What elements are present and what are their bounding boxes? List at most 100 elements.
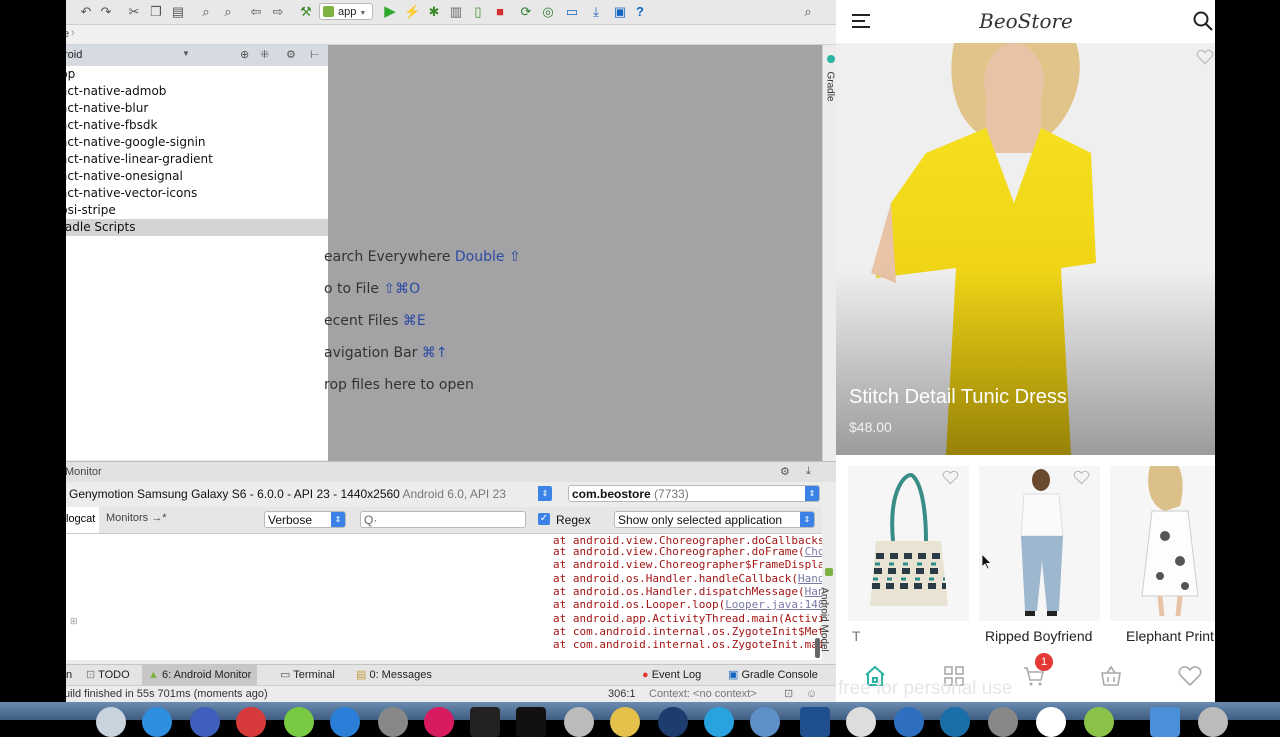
android-model-side-tab[interactable]: Android Model bbox=[819, 534, 836, 660]
tab-logcat[interactable]: logcat bbox=[66, 507, 99, 533]
menu-icon[interactable] bbox=[852, 14, 870, 28]
hide-panel-icon[interactable]: ⊢ bbox=[310, 48, 320, 61]
app-icon[interactable] bbox=[1084, 707, 1114, 737]
log-line: at android.view.Choreographer$FrameDispl… bbox=[553, 558, 836, 571]
regex-checkbox[interactable]: ✓ bbox=[538, 513, 550, 525]
tree-item[interactable]: act-native-google-signin bbox=[60, 134, 206, 151]
app-icon[interactable] bbox=[330, 707, 360, 737]
terminal-icon[interactable] bbox=[516, 707, 546, 737]
lock-icon[interactable]: ⊡ bbox=[784, 686, 793, 702]
log-level-select[interactable]: Verbose ⇕ bbox=[264, 511, 346, 528]
log-search-input[interactable]: Q· bbox=[360, 511, 526, 528]
tree-item[interactable]: act-native-admob bbox=[60, 83, 166, 100]
filter-select[interactable]: Show only selected application ⇕ bbox=[614, 511, 815, 528]
tree-item[interactable]: act-native-onesignal bbox=[60, 168, 183, 185]
app-icon[interactable] bbox=[378, 707, 408, 737]
product-card[interactable] bbox=[1110, 466, 1215, 621]
hero-banner[interactable]: Stitch Detail Tunic Dress $48.00 bbox=[836, 43, 1215, 455]
safari-icon[interactable] bbox=[142, 707, 172, 737]
debug-icon[interactable]: ✱ bbox=[426, 4, 442, 20]
gear-icon[interactable]: ⚙ bbox=[286, 48, 296, 61]
app-icon[interactable] bbox=[610, 707, 640, 737]
app-icon[interactable] bbox=[704, 707, 734, 737]
product-card[interactable] bbox=[979, 466, 1100, 621]
tab-messages[interactable]: ▤ 0: Messages bbox=[350, 665, 438, 685]
apply-changes-icon[interactable]: ⚡ bbox=[404, 4, 420, 20]
tree-item[interactable]: act-native-vector-icons bbox=[60, 185, 197, 202]
make-project-icon[interactable]: ⚒ bbox=[298, 4, 314, 20]
profile-icon[interactable]: ▥ bbox=[448, 4, 464, 20]
tree-item[interactable]: psi-stripe bbox=[60, 202, 116, 219]
run-icon[interactable]: ▶ bbox=[382, 4, 398, 20]
app-icon[interactable] bbox=[940, 707, 970, 737]
gear-icon[interactable]: ⚙ bbox=[780, 465, 790, 478]
gradle-side-tab[interactable]: Gradle bbox=[822, 45, 836, 461]
hero-product-price: $48.00 bbox=[849, 419, 892, 435]
redo-icon[interactable]: ↷ bbox=[98, 4, 114, 20]
tab-todo[interactable]: ⊡ TODO bbox=[80, 665, 136, 685]
undo-icon[interactable]: ↶ bbox=[78, 4, 94, 20]
heart-icon[interactable] bbox=[942, 470, 959, 485]
find-icon[interactable]: ⌕ bbox=[198, 4, 214, 20]
heart-icon[interactable] bbox=[1196, 49, 1214, 65]
tree-item-selected[interactable]: radle Scripts bbox=[60, 219, 328, 236]
replace-icon[interactable]: ⌕ bbox=[220, 4, 236, 20]
tab-gradle-console[interactable]: ▣ Gradle Console bbox=[722, 665, 824, 685]
app-icon[interactable] bbox=[564, 707, 594, 737]
tab-event-log[interactable]: ● Event Log bbox=[636, 665, 707, 685]
paste-icon[interactable]: ▤ bbox=[170, 4, 186, 20]
editor-hint: o to File ⇧⌘O bbox=[324, 281, 421, 297]
copy-icon[interactable]: ❐ bbox=[148, 4, 164, 20]
scroll-from-source-icon[interactable]: ⊕ bbox=[240, 48, 249, 61]
tree-item[interactable]: act-native-blur bbox=[60, 100, 148, 117]
activity-monitor-icon[interactable] bbox=[470, 707, 500, 737]
search-icon[interactable] bbox=[1193, 11, 1213, 31]
tree-item[interactable]: act-native-fbsdk bbox=[60, 117, 157, 134]
tab-terminal[interactable]: ▭ Terminal bbox=[274, 665, 341, 685]
inspector-icon[interactable]: ☺ bbox=[806, 686, 817, 702]
wishlist-icon[interactable] bbox=[1178, 664, 1202, 688]
app-icon[interactable] bbox=[800, 707, 830, 737]
cursor-position[interactable]: 306:1 bbox=[608, 686, 636, 702]
sync-icon[interactable]: ⟳ bbox=[518, 4, 534, 20]
app-icon[interactable] bbox=[750, 707, 780, 737]
heart-icon[interactable] bbox=[1073, 470, 1090, 485]
app-icon[interactable] bbox=[1036, 707, 1066, 737]
app-icon[interactable] bbox=[424, 707, 454, 737]
avd-manager-icon[interactable]: ▣ bbox=[612, 4, 628, 20]
folder-icon[interactable] bbox=[1150, 707, 1180, 737]
forward-icon[interactable]: ⇨ bbox=[270, 4, 286, 20]
app-icon[interactable] bbox=[846, 707, 876, 737]
app-icon[interactable] bbox=[236, 707, 266, 737]
hide-panel-icon[interactable]: ⤓ bbox=[806, 465, 811, 478]
app-icon[interactable] bbox=[894, 707, 924, 737]
tree-item[interactable]: act-native-linear-gradient bbox=[60, 151, 213, 168]
attach-debugger-icon[interactable]: ▯ bbox=[470, 4, 486, 20]
run-config-select[interactable]: app ▼ bbox=[319, 3, 373, 20]
product-name: Elephant Print bbox=[1126, 628, 1214, 644]
tab-monitors[interactable]: Monitors →* bbox=[106, 512, 167, 524]
process-select[interactable]: com.beostore (7733) ⇕ bbox=[568, 485, 820, 502]
tab-android-monitor[interactable]: ▲ 6: Android Monitor bbox=[142, 665, 258, 685]
device-select[interactable]: Genymotion Samsung Galaxy S6 - 6.0.0 - A… bbox=[66, 485, 553, 502]
stop-icon[interactable]: ■ bbox=[492, 4, 508, 20]
collapse-all-icon[interactable]: ⁜ bbox=[260, 48, 269, 61]
app-icon[interactable] bbox=[988, 707, 1018, 737]
basket-icon[interactable] bbox=[1099, 664, 1123, 688]
sdk-manager-icon[interactable]: ⤓ bbox=[588, 4, 604, 20]
chevron-down-icon[interactable]: ▼ bbox=[182, 49, 190, 58]
project-structure-icon[interactable]: ▭ bbox=[564, 4, 580, 20]
messages-icon[interactable] bbox=[284, 707, 314, 737]
back-icon[interactable]: ⇦ bbox=[248, 4, 264, 20]
gradle-sync-icon[interactable]: ◎ bbox=[540, 4, 556, 20]
help-icon[interactable]: ? bbox=[632, 4, 648, 20]
fold-icon[interactable]: ⊞ bbox=[70, 616, 78, 627]
search-everywhere-icon[interactable]: ⌕ bbox=[800, 4, 816, 20]
trash-icon[interactable] bbox=[1198, 707, 1228, 737]
app-icon[interactable] bbox=[658, 707, 688, 737]
cut-icon[interactable]: ✂ bbox=[126, 4, 142, 20]
finder-icon[interactable] bbox=[96, 707, 126, 737]
app-icon[interactable] bbox=[190, 707, 220, 737]
product-card[interactable] bbox=[848, 466, 969, 621]
project-view-selector[interactable]: roid bbox=[64, 49, 82, 61]
